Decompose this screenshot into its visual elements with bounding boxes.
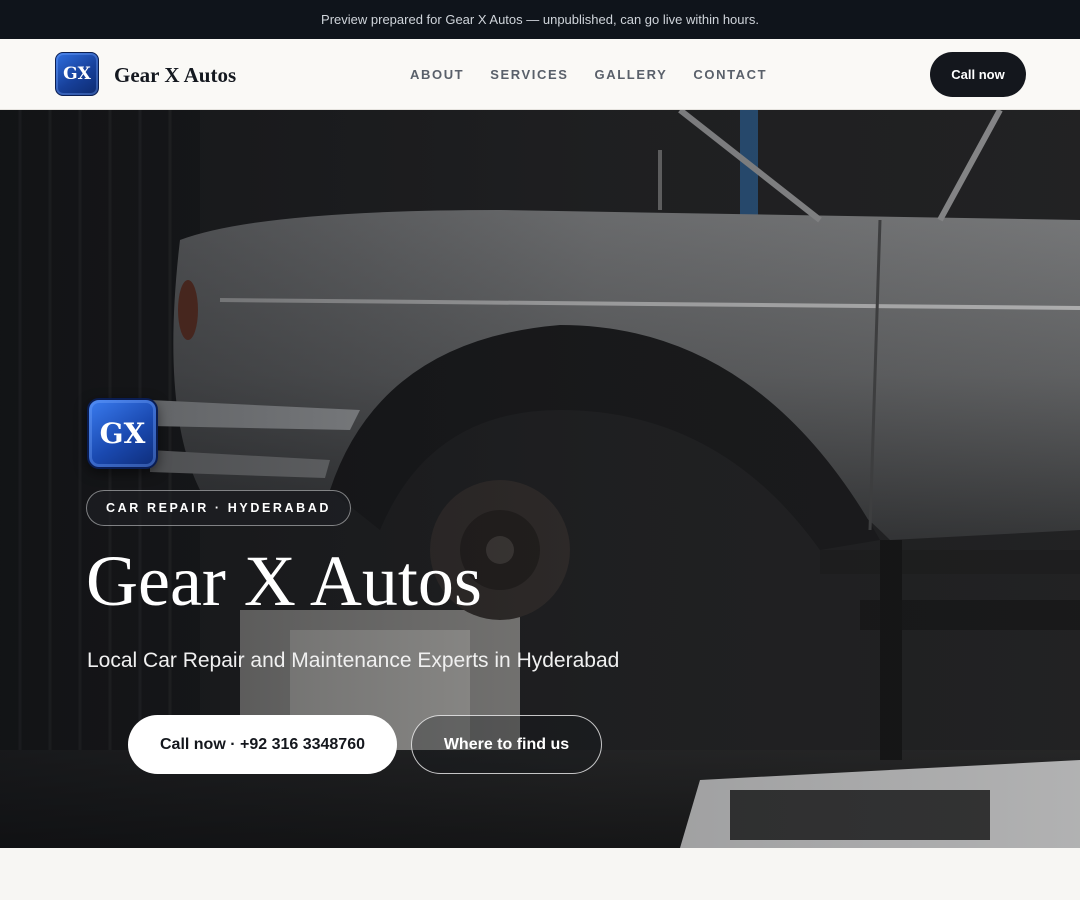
call-phone-button[interactable]: Call now · +92 316 3348760 [128, 715, 397, 774]
nav-link-gallery[interactable]: GALLERY [595, 67, 668, 82]
nav-link-services[interactable]: SERVICES [490, 67, 568, 82]
hero-category-badge: CAR REPAIR · HYDERABAD [86, 490, 352, 526]
hero-logo-initials: GX [99, 417, 146, 450]
preview-banner: Preview prepared for Gear X Autos — unpu… [0, 0, 1080, 39]
nav-link-about[interactable]: ABOUT [410, 67, 464, 82]
main-nav: ABOUT SERVICES GALLERY CONTACT [410, 67, 793, 82]
hero-logo-icon: GX [87, 398, 158, 469]
logo-icon[interactable]: GX [55, 52, 99, 96]
logo-initials: GX [63, 64, 91, 84]
next-section [0, 848, 1080, 900]
hero-subtitle: Local Car Repair and Maintenance Experts… [87, 649, 620, 672]
brand-name[interactable]: Gear X Autos [114, 63, 236, 88]
preview-banner-text: Preview prepared for Gear X Autos — unpu… [321, 12, 759, 27]
site-header: GX Gear X Autos ABOUT SERVICES GALLERY C… [0, 39, 1080, 110]
find-us-button[interactable]: Where to find us [411, 715, 602, 774]
hero-title: Gear X Autos [86, 541, 482, 621]
call-now-button[interactable]: Call now [930, 52, 1026, 97]
nav-link-contact[interactable]: CONTACT [693, 67, 767, 82]
hero-section: GX CAR REPAIR · HYDERABAD Gear X Autos L… [0, 110, 1080, 848]
